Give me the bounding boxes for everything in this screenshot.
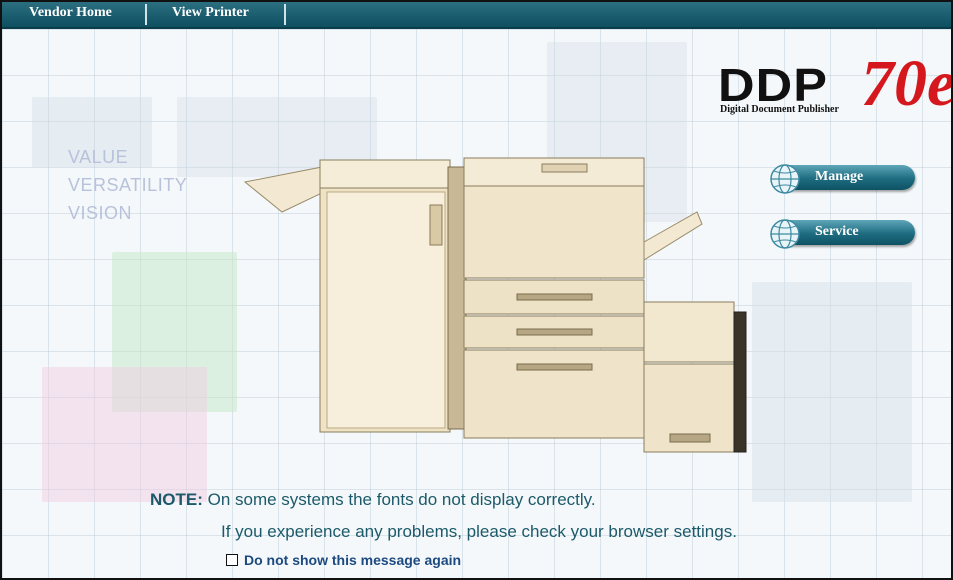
note-text-1: On some systems the fonts do not display…: [202, 490, 596, 509]
note-prefix: NOTE:: [150, 490, 203, 509]
dont-show-again-checkbox[interactable]: [226, 554, 238, 566]
dont-show-again-label[interactable]: Do not show this message again: [244, 552, 461, 568]
dont-show-again-option[interactable]: Do not show this message again: [226, 552, 461, 568]
app-window: Vendor Home View Printer VALUE VERSATILI…: [0, 0, 953, 580]
note-line-1: NOTE: On some systems the fonts do not d…: [150, 490, 596, 510]
note-line-2: If you experience any problems, please c…: [221, 522, 737, 541]
